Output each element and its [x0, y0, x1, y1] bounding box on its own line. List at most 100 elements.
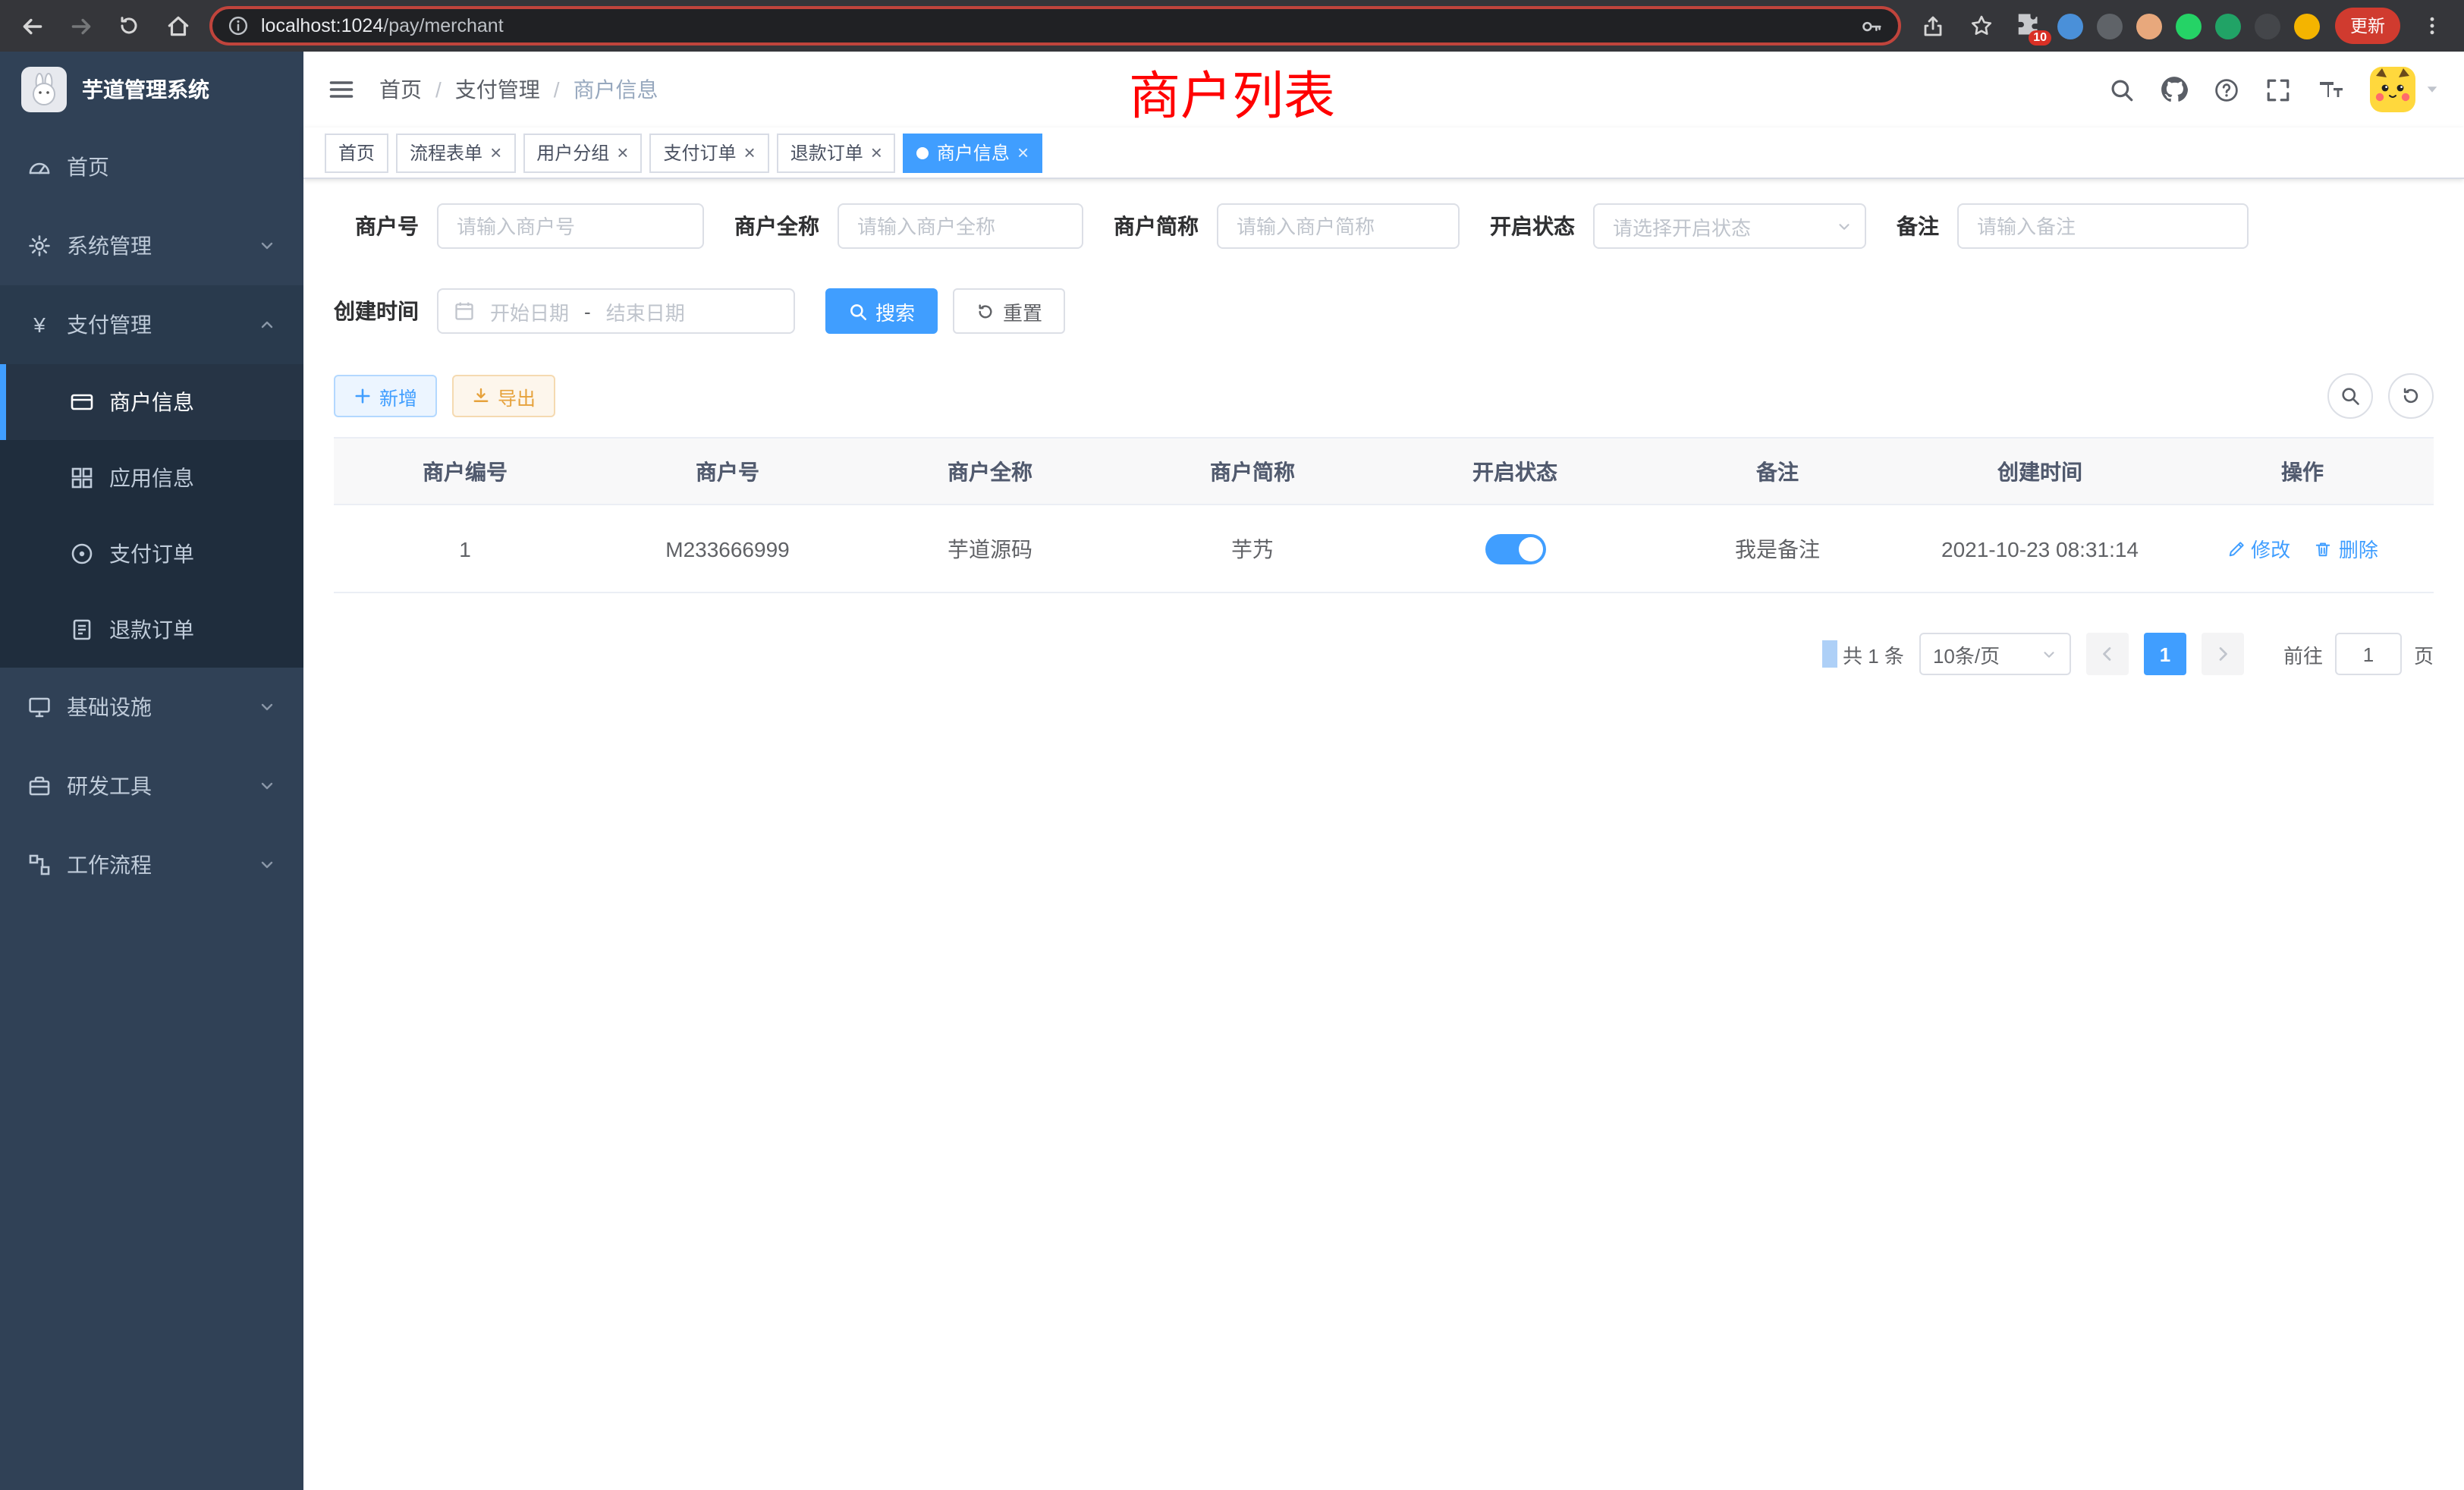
delete-link[interactable]: 删除 — [2315, 534, 2378, 563]
github-icon[interactable] — [2161, 76, 2188, 103]
gear-icon — [27, 234, 52, 258]
add-button[interactable]: 新增 — [334, 375, 437, 417]
extensions-puzzle-icon[interactable]: 10 — [2013, 11, 2044, 41]
column-header-full-name: 商户全称 — [859, 438, 1121, 505]
extension-notes-icon[interactable] — [2215, 13, 2241, 39]
search-icon[interactable] — [2109, 77, 2135, 102]
help-question-icon[interactable] — [2214, 77, 2239, 102]
hamburger-icon[interactable] — [328, 76, 355, 103]
sidebar-menu: 首页 系统管理 ¥ 支付管理 — [0, 127, 303, 904]
pagination-prev-icon[interactable] — [2086, 633, 2129, 675]
sidebar-subitem-refund-order[interactable]: 退款订单 — [0, 592, 303, 668]
remark-field: 备注 — [1897, 203, 2249, 249]
extension-blue-icon[interactable] — [2057, 13, 2083, 39]
sidebar-item-home[interactable]: 首页 — [0, 127, 303, 206]
dashboard-icon — [27, 155, 52, 179]
browser-address-bar[interactable]: localhost:1024/pay/merchant — [209, 6, 1901, 46]
tab-user-group[interactable]: 用户分组 × — [523, 133, 642, 172]
column-header-create-time: 创建时间 — [1909, 438, 2171, 505]
app-logo[interactable]: 芋道管理系统 — [0, 52, 303, 127]
browser-toolbar: localhost:1024/pay/merchant 10 更新 — [0, 0, 2464, 52]
payment-submenu: 商户信息 应用信息 支付订单 — [0, 364, 303, 668]
search-button[interactable]: 搜索 — [825, 288, 938, 334]
remark-label: 备注 — [1897, 211, 1939, 241]
browser-menu-kebab-icon[interactable] — [2415, 9, 2449, 42]
toggle-search-icon[interactable] — [2327, 373, 2373, 419]
table-row: 1 M233666999 芋道源码 芋艿 我是备注 2021-10-23 08:… — [334, 505, 2434, 593]
chevron-down-icon — [1836, 218, 1853, 234]
sidebar-subitem-app-info[interactable]: 应用信息 — [0, 440, 303, 516]
close-icon[interactable]: × — [617, 143, 628, 162]
sidebar-item-infrastructure[interactable]: 基础设施 — [0, 668, 303, 747]
share-icon[interactable] — [1916, 9, 1950, 42]
sidebar-item-system[interactable]: 系统管理 — [0, 206, 303, 285]
tab-process-form[interactable]: 流程表单 × — [396, 133, 515, 172]
sidebar-item-label: 工作流程 — [67, 850, 152, 880]
status-select[interactable]: 请选择开启状态 — [1593, 203, 1866, 249]
close-icon[interactable]: × — [744, 143, 756, 162]
sidebar-subitem-payment-order[interactable]: 支付订单 — [0, 516, 303, 592]
sidebar-subitem-merchant-info[interactable]: 商户信息 — [0, 364, 303, 440]
close-icon[interactable]: × — [490, 143, 501, 162]
bookmark-star-icon[interactable] — [1965, 9, 1998, 42]
pagination-page-1[interactable]: 1 — [2144, 633, 2186, 675]
cell-status — [1384, 505, 1646, 593]
browser-back-icon[interactable] — [15, 9, 49, 42]
sidebar-item-label: 系统管理 — [67, 231, 152, 261]
tab-label: 流程表单 — [410, 140, 482, 165]
active-dot-icon — [917, 146, 929, 159]
remark-input[interactable] — [1957, 203, 2249, 249]
page-size-select[interactable]: 10条/页 — [1919, 633, 2071, 675]
pagination: 共 1 条 10条/页 1 前往 — [334, 633, 2434, 675]
status-select-placeholder: 请选择开启状态 — [1613, 212, 1751, 240]
close-icon[interactable]: × — [1017, 143, 1029, 162]
goto-label: 前往 — [2283, 640, 2323, 668]
full-name-input[interactable] — [838, 203, 1083, 249]
site-info-icon[interactable] — [228, 15, 249, 36]
browser-refresh-icon[interactable] — [112, 9, 146, 42]
extension-gray-icon[interactable] — [2097, 13, 2123, 39]
extension-dark-icon[interactable] — [2255, 13, 2280, 39]
sidebar-item-workflow[interactable]: 工作流程 — [0, 825, 303, 904]
search-form-row-1: 商户号 商户全称 商户简称 开启状态 请选择开启状态 — [334, 203, 2434, 249]
short-name-input[interactable] — [1217, 203, 1460, 249]
font-size-icon[interactable] — [2317, 77, 2344, 102]
extension-green-icon[interactable] — [2176, 13, 2202, 39]
goto-unit: 页 — [2414, 640, 2434, 668]
breadcrumb-payment[interactable]: 支付管理 — [455, 74, 540, 105]
pagination-goto-input[interactable] — [2335, 633, 2402, 675]
breadcrumb-home[interactable]: 首页 — [379, 74, 422, 105]
full-name-field: 商户全称 — [734, 203, 1083, 249]
column-header-merchant-id: 商户编号 — [334, 438, 596, 505]
edit-link[interactable]: 修改 — [2227, 534, 2290, 563]
sidebar-item-devtools[interactable]: 研发工具 — [0, 747, 303, 825]
pagination-next-icon[interactable] — [2202, 633, 2244, 675]
tab-refund-order[interactable]: 退款订单 × — [777, 133, 896, 172]
tab-home[interactable]: 首页 — [325, 133, 388, 172]
fullscreen-icon[interactable] — [2265, 77, 2291, 102]
browser-home-icon[interactable] — [161, 9, 194, 42]
top-navbar: 首页 / 支付管理 / 商户信息 商户列表 — [303, 52, 2464, 127]
reset-button[interactable]: 重置 — [953, 288, 1065, 334]
refresh-table-icon[interactable] — [2388, 373, 2434, 419]
app-frame: 芋道管理系统 首页 系统管理 — [0, 52, 2464, 1490]
merchant-no-input[interactable] — [437, 203, 704, 249]
extension-emoji-icon[interactable] — [2294, 13, 2320, 39]
tab-payment-order[interactable]: 支付订单 × — [649, 133, 768, 172]
key-icon[interactable] — [1860, 14, 1883, 37]
table-toolbar: 新增 导出 — [334, 373, 2434, 419]
calendar-icon — [454, 300, 475, 322]
column-header-short-name: 商户简称 — [1121, 438, 1384, 505]
sidebar-item-payment[interactable]: ¥ 支付管理 — [0, 285, 303, 364]
date-range-picker[interactable]: 开始日期 - 结束日期 — [437, 288, 795, 334]
close-icon[interactable]: × — [871, 143, 882, 162]
chevron-down-icon — [258, 237, 276, 255]
browser-forward-icon[interactable] — [64, 9, 97, 42]
profile-avatar-icon[interactable] — [2136, 13, 2162, 39]
page-content: 商户号 商户全称 商户简称 开启状态 请选择开启状态 — [303, 179, 2464, 1490]
status-toggle[interactable] — [1485, 533, 1545, 564]
browser-update-button[interactable]: 更新 — [2335, 8, 2400, 44]
tab-merchant-info[interactable]: 商户信息 × — [904, 133, 1042, 172]
export-button[interactable]: 导出 — [452, 375, 555, 417]
user-avatar[interactable] — [2370, 67, 2440, 112]
